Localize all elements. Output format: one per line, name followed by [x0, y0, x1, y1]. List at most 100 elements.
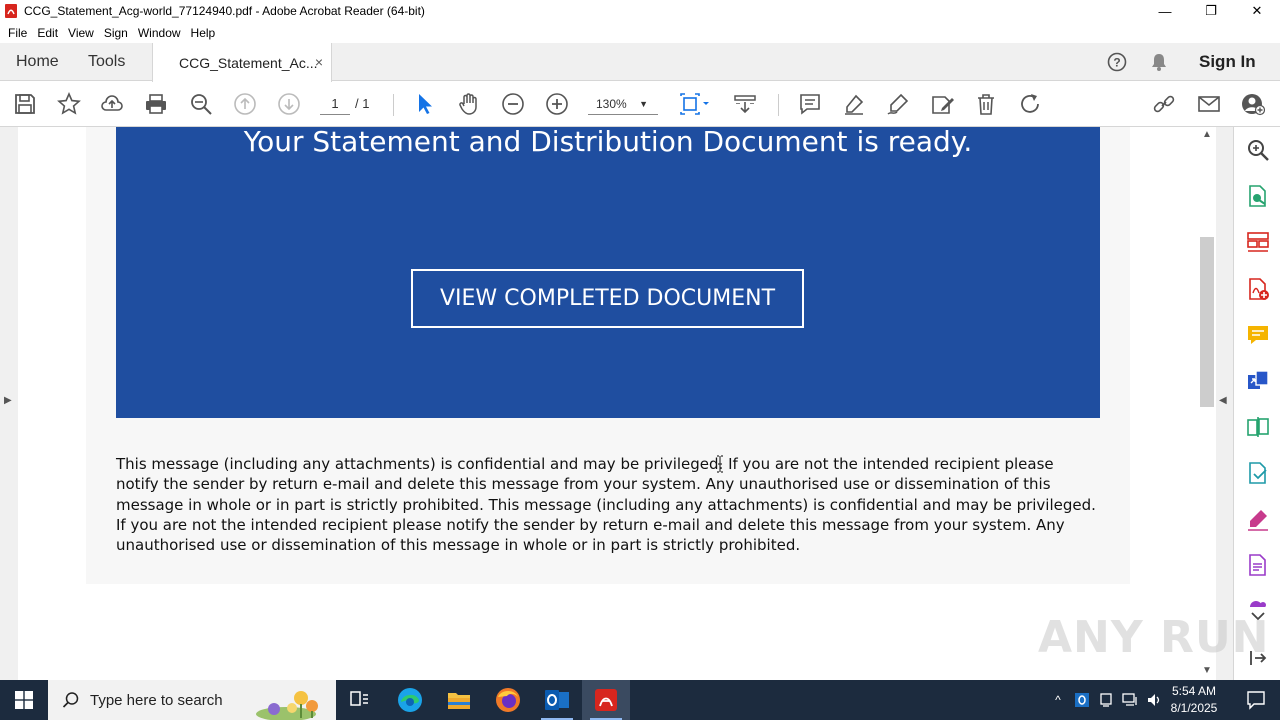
draw-sign-icon[interactable]: [886, 92, 910, 116]
search-placeholder: Type here to search: [90, 691, 223, 709]
convert-pdf-icon[interactable]: [1246, 369, 1270, 393]
send-for-signature-icon[interactable]: [1246, 461, 1270, 485]
zoom-level-value: 130%: [596, 97, 627, 111]
notification-bell-icon[interactable]: [1149, 52, 1169, 72]
network-icon[interactable]: [1118, 680, 1142, 720]
window-title: CCG_Statement_Acg-world_77124940.pdf - A…: [24, 4, 425, 18]
svg-text:?: ?: [1113, 56, 1120, 70]
taskbar-search-box[interactable]: Type here to search: [48, 680, 336, 720]
previous-page-icon[interactable]: [233, 92, 257, 116]
toolbar: 1 / 1 130% ▼: [0, 82, 1280, 127]
star-icon[interactable]: [57, 92, 81, 116]
menu-view[interactable]: View: [63, 26, 99, 40]
compare-files-icon[interactable]: [1246, 415, 1270, 439]
email-icon[interactable]: [1197, 92, 1221, 116]
action-center-icon[interactable]: [1232, 680, 1280, 720]
task-view-icon[interactable]: [336, 680, 384, 720]
tab-document[interactable]: CCG_Statement_Ac... ×: [152, 43, 332, 82]
page-total: / 1: [355, 96, 370, 111]
add-user-icon[interactable]: [1241, 92, 1266, 116]
zoom-out-icon[interactable]: [501, 92, 525, 116]
upload-icon[interactable]: [100, 92, 124, 116]
tab-bar: Home Tools CCG_Statement_Ac... × ? Sign …: [0, 43, 1280, 82]
menu-bar: File Edit View Sign Window Help: [0, 22, 1280, 43]
outlook-icon[interactable]: [533, 680, 581, 720]
menu-help[interactable]: Help: [186, 26, 221, 40]
menu-sign[interactable]: Sign: [99, 26, 133, 40]
save-icon[interactable]: [13, 92, 37, 116]
text-cursor-icon: [717, 455, 723, 473]
document-viewer: ▶ Your Statement and Distribution Docume…: [0, 127, 1233, 680]
zoom-level-dropdown[interactable]: 130% ▼: [588, 93, 658, 115]
clock-date: 8/1/2025: [1170, 701, 1218, 715]
file-explorer-icon[interactable]: [435, 680, 483, 720]
search-highlight-flowers-icon: [256, 691, 318, 720]
edge-browser-icon[interactable]: [386, 680, 434, 720]
share-link-icon[interactable]: [1152, 92, 1176, 116]
right-pane-collapse-icon[interactable]: ◀: [1219, 395, 1227, 406]
view-completed-document-button[interactable]: VIEW COMPLETED DOCUMENT: [411, 269, 804, 328]
sign-in-button[interactable]: Sign In: [1199, 43, 1256, 81]
windows-taskbar: Type here to search ^ 5:54 AM 8/1/2025: [0, 680, 1280, 720]
toolbar-divider: [393, 94, 394, 116]
print-icon[interactable]: [144, 92, 168, 116]
scroll-mode-icon[interactable]: [733, 92, 757, 116]
fill-sign-icon[interactable]: [1246, 507, 1270, 531]
firefox-icon[interactable]: [484, 680, 532, 720]
windows-logo-icon: [15, 691, 33, 709]
outlook-tray-icon[interactable]: [1070, 680, 1094, 720]
title-bar: CCG_Statement_Acg-world_77124940.pdf - A…: [0, 0, 1280, 22]
clock-time: 5:54 AM: [1171, 684, 1217, 698]
scroll-thumb[interactable]: [1200, 237, 1214, 407]
taskbar-clock[interactable]: 5:54 AM 8/1/2025: [1163, 683, 1225, 717]
scroll-up-icon[interactable]: ▲: [1202, 129, 1212, 140]
close-window-button[interactable]: ✕: [1234, 0, 1280, 22]
delete-icon[interactable]: [974, 92, 998, 116]
tab-document-label: CCG_Statement_Ac...: [179, 54, 318, 71]
scroll-down-icon[interactable]: ▼: [1202, 665, 1212, 676]
tab-home[interactable]: Home: [16, 43, 59, 81]
select-cursor-icon[interactable]: [413, 92, 437, 116]
toolbar-divider: [778, 94, 779, 116]
left-pane-expand-icon[interactable]: ▶: [4, 395, 12, 406]
create-pdf-icon[interactable]: [1246, 277, 1270, 301]
organize-pages-icon[interactable]: [1246, 231, 1270, 255]
acrobat-window: CCG_Statement_Acg-world_77124940.pdf - A…: [0, 0, 1280, 720]
acrobat-app-icon: [5, 4, 17, 18]
page-fit-icon[interactable]: [678, 92, 712, 116]
comment-icon[interactable]: [798, 92, 822, 116]
page-number-input[interactable]: 1: [320, 93, 350, 115]
more-tools-icon[interactable]: [1246, 595, 1270, 607]
menu-edit[interactable]: Edit: [32, 26, 63, 40]
menu-window[interactable]: Window: [133, 26, 186, 40]
minimize-button[interactable]: —: [1142, 0, 1188, 22]
statement-banner: Your Statement and Distribution Document…: [116, 127, 1100, 418]
rotate-icon[interactable]: [1018, 92, 1042, 116]
protect-pdf-icon[interactable]: [1246, 553, 1270, 577]
vertical-scrollbar[interactable]: ▲ ▼: [1198, 127, 1216, 680]
export-pdf-icon[interactable]: [1246, 184, 1270, 208]
find-zoom-icon[interactable]: [189, 92, 213, 116]
start-button[interactable]: [0, 680, 48, 720]
search-tool-icon[interactable]: [1246, 138, 1270, 162]
device-tray-icon[interactable]: [1094, 680, 1118, 720]
maximize-button[interactable]: ❐: [1188, 0, 1234, 22]
tab-tools[interactable]: Tools: [88, 43, 125, 81]
zoom-in-icon[interactable]: [545, 92, 569, 116]
highlight-pen-icon[interactable]: [842, 92, 866, 116]
system-tray: ^: [1046, 680, 1166, 720]
next-page-icon[interactable]: [277, 92, 301, 116]
hand-tool-icon[interactable]: [457, 92, 481, 116]
comment-tool-icon[interactable]: [1246, 323, 1270, 347]
anyrun-watermark: ANY RUN: [1038, 612, 1270, 663]
acrobat-taskbar-icon[interactable]: [582, 680, 630, 720]
help-icon[interactable]: ?: [1107, 52, 1127, 72]
show-hidden-icons-icon[interactable]: ^: [1046, 680, 1070, 720]
pdf-page: Your Statement and Distribution Document…: [18, 127, 1198, 680]
tools-pane: [1233, 127, 1280, 680]
tab-close-icon[interactable]: ×: [315, 54, 323, 70]
edit-pdf-icon[interactable]: [930, 92, 954, 116]
menu-file[interactable]: File: [3, 26, 32, 40]
confidentiality-disclaimer: This message (including any attachments)…: [116, 455, 1096, 555]
banner-title: Your Statement and Distribution Document…: [243, 127, 973, 158]
